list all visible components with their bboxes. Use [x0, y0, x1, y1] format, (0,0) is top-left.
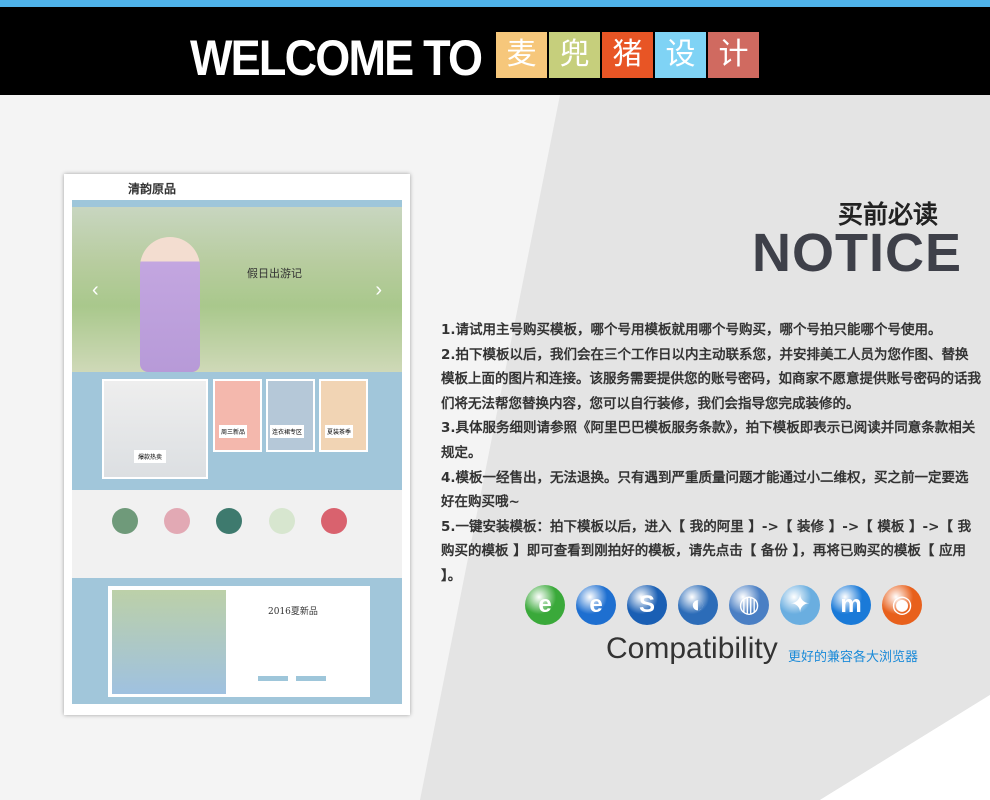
promo-card: 2016夏新品 — [108, 586, 370, 697]
hero-model-image — [140, 237, 200, 372]
brand-tile: 猪 — [602, 32, 653, 78]
ie-green-icon: e — [525, 585, 565, 625]
category-tile-1: 周三新品 — [213, 379, 262, 452]
top-accent-bar — [0, 0, 990, 7]
compatibility-title: Compatibility — [606, 632, 778, 665]
notice-rules: 1.请试用主号购买模板，哪个号用模板就用哪个号购买，哪个号拍只能哪个号使用。 2… — [441, 318, 981, 589]
hero-prev-arrow[interactable]: ‹ — [92, 279, 99, 302]
circle-image — [216, 508, 242, 534]
rule-item: 4.模板一经售出，无法退换。只有遇到严重质量问题才能通过小二维权，买之前一定要选… — [441, 469, 969, 511]
preview-brand: 清韵原品 — [128, 182, 177, 196]
welcome-text: WELCOME TO — [190, 30, 483, 86]
category-tile-2: 连衣裙专区 — [266, 379, 315, 452]
category-tile-3: 夏装茶季 — [319, 379, 368, 452]
header-banner: WELCOME TO 麦兜猪设计 — [0, 7, 990, 95]
circle-image — [164, 508, 190, 534]
promo-button[interactable] — [258, 676, 288, 681]
brand-tile: 麦 — [496, 32, 547, 78]
circle-image — [269, 508, 295, 534]
rule-item: 5.一键安装模板：拍下模板以后，进入【 我的阿里 】->【 装修 】->【 模板… — [441, 518, 972, 584]
compatibility-subtitle: 更好的兼容各大浏览器 — [788, 650, 919, 665]
notice-title-en: NOTICE — [752, 223, 963, 283]
preview-nav — [72, 200, 402, 207]
preview-hero: 假日出游记 ‹ › — [72, 207, 402, 372]
rule-item: 1.请试用主号购买模板，哪个号用模板就用哪个号购买，哪个号拍只能哪个号使用。 — [441, 322, 942, 338]
internet-explorer-icon: e — [576, 585, 616, 625]
brand-tile: 设 — [655, 32, 706, 78]
browser-globe-orange-icon: ◐ — [678, 585, 718, 625]
hero-title: 假日出游记 — [247, 267, 302, 280]
category-hot-image: 爆款热卖 — [102, 379, 208, 479]
maxthon-icon: m — [831, 585, 871, 625]
circle-image — [112, 508, 138, 534]
hero-next-arrow[interactable]: › — [375, 279, 382, 302]
circle-image — [321, 508, 347, 534]
brand-tile: 兜 — [549, 32, 600, 78]
firefox-icon: ◉ — [882, 585, 922, 625]
promo-image — [112, 590, 226, 694]
globe-icon: ◍ — [729, 585, 769, 625]
preview-category-section: 爆款热卖 周三新品 连衣裙专区 夏装茶季 — [72, 372, 402, 490]
safari-icon: ✦ — [780, 585, 820, 625]
template-preview: 清韵原品 假日出游记 ‹ › 爆款热卖 周三新品 连衣裙专区 夏装茶季 2016… — [64, 174, 410, 715]
browser-icons: e e S ◐ ◍ ✦ m ◉ — [525, 585, 922, 625]
rule-item: 2.拍下模板以后，我们会在三个工作日以内主动联系您，并安排美工人员为您作图、替换… — [441, 346, 981, 412]
preview-circle-section — [72, 490, 402, 578]
promo-title: 2016夏新品 — [268, 607, 318, 617]
sogou-browser-icon: S — [627, 585, 667, 625]
promo-button[interactable] — [296, 676, 326, 681]
rule-item: 3.具体服务细则请参照《阿里巴巴模板服务条款》，拍下模板即表示已阅读并同意条款相… — [441, 420, 976, 461]
brand-tile: 计 — [708, 32, 759, 78]
